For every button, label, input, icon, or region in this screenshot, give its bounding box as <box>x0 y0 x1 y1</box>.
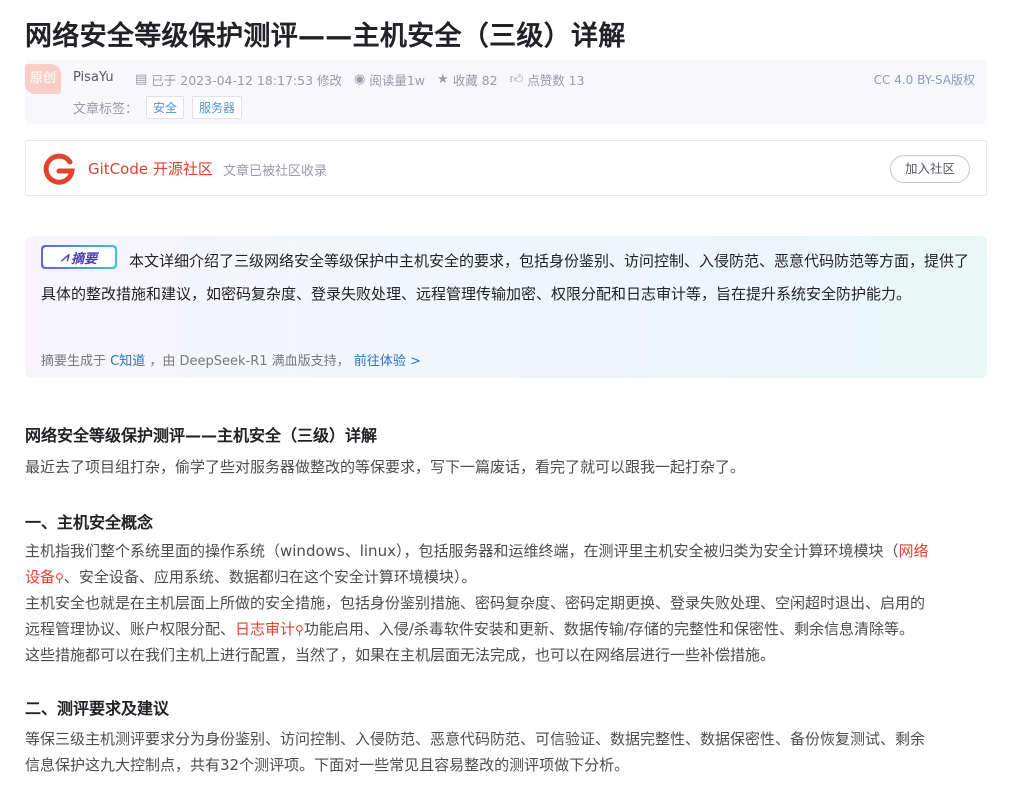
tag-server[interactable]: 服务器 <box>192 96 243 119</box>
summary-text: 本文详细介绍了三级网络安全等级保护中主机安全的要求，包括身份鉴别、访问控制、入侵… <box>41 252 970 303</box>
article-meta: 原创 PisaYu ▤ 已于 2023-04-12 18:17:53 修改 ◉ … <box>25 60 987 124</box>
join-community-button[interactable]: 加入社区 <box>890 155 970 183</box>
search-icon[interactable]: ⚲ <box>295 623 304 637</box>
likes-stat[interactable]: 👍︎ 点赞数 13 <box>510 70 585 89</box>
section2-title: 二、测评要求及建议 <box>25 699 170 718</box>
s1-p2-text-c: 功能启用、入侵/杀毒软件安装和更新、数据传输/存储的完整性和保密性、剩余信息清除… <box>303 620 914 638</box>
views-stat: ◉ 阅读量1w <box>354 70 425 89</box>
author-name[interactable]: PisaYu <box>73 70 114 85</box>
s1-p2-text-a: 主机安全也就是在主机层面上所做的安全措施，包括身份鉴别措施、密码复杂度、密码定期… <box>25 594 926 612</box>
article-heading: 网络安全等级保护测评——主机安全（三级）详解 <box>25 426 378 445</box>
tag-security[interactable]: 安全 <box>146 96 185 119</box>
ai-summary: 本文详细介绍了三级网络安全等级保护中主机安全的要求，包括身份鉴别、访问控制、入侵… <box>25 236 987 378</box>
summary-badge-label: 摘要 <box>71 251 98 267</box>
section1-paragraph2: 主机安全也就是在主机层面上所做的安全措施，包括身份鉴别措施、密码复杂度、密码定期… <box>25 590 987 643</box>
article-stats: ▤ 已于 2023-04-12 18:17:53 修改 ◉ 阅读量1w ★ 收藏… <box>135 70 597 89</box>
summary-badge: ⩘ 摘要 <box>41 245 117 269</box>
date-text: 已于 2023-04-12 18:17:53 修改 <box>151 73 343 88</box>
license-link[interactable]: CC 4.0 BY-SA版权 <box>874 71 975 88</box>
section1-paragraph3: 这些措施都可以在我们主机上进行配置，当然了，如果在主机层面无法完成，也可以在网络… <box>25 646 776 664</box>
calendar-icon: ▤ <box>135 72 148 87</box>
s1-p2-text-b: 远程管理协议、账户权限分配、 <box>25 620 236 638</box>
s2-p1-text-b: 信息保护这九大控制点，共有32个测评项。下面对一些常见且容易整改的测评项做下分析… <box>25 756 630 774</box>
summary-footer: 摘要生成于 C知道 ，由 DeepSeek-R1 满血版支持， 前往体验 > <box>41 350 421 369</box>
article-tags: 文章标签： 安全 服务器 <box>73 96 243 119</box>
favorites-text: 收藏 82 <box>452 73 498 88</box>
section1-paragraph1: 主机指我们整个系统里面的操作系统（windows、linux），包括服务器和运维… <box>25 538 987 591</box>
summary-foot-middle: ，由 DeepSeek-R1 满血版支持， <box>149 354 350 369</box>
search-icon[interactable]: ⚲ <box>55 571 64 585</box>
gitcode-logo-icon <box>43 153 75 185</box>
page-title: 网络安全等级保护测评——主机安全（三级）详解 <box>25 21 626 52</box>
summary-badge-icon: ⩘ <box>60 249 69 265</box>
try-now-link[interactable]: 前往体验 > <box>354 354 421 369</box>
keyword-log-audit[interactable]: 日志审计 <box>235 620 295 638</box>
eye-icon: ◉ <box>354 72 366 87</box>
views-text: 阅读量1w <box>369 73 426 88</box>
tags-label: 文章标签： <box>73 102 139 117</box>
date-stat: ▤ 已于 2023-04-12 18:17:53 修改 <box>135 70 342 89</box>
s2-p1-text-a: 等保三级主机测评要求分为身份鉴别、访问控制、入侵防范、恶意代码防范、可信验证、数… <box>25 730 926 748</box>
section1-title: 一、主机安全概念 <box>25 513 154 532</box>
thumbs-up-icon: 👍︎ <box>509 72 524 87</box>
section2-paragraph1: 等保三级主机测评要求分为身份鉴别、访问控制、入侵防范、恶意代码防范、可信验证、数… <box>25 726 987 778</box>
gitcode-desc: 文章已被社区收录 <box>223 164 328 179</box>
original-badge: 原创 <box>25 64 61 94</box>
intro-paragraph: 最近去了项目组打杂，偷学了些对服务器做整改的等保要求，写下一篇废话，看完了就可以… <box>25 458 746 476</box>
cknow-link[interactable]: C知道 <box>110 354 145 369</box>
star-icon: ★ <box>437 72 449 87</box>
summary-foot-prefix: 摘要生成于 <box>41 354 107 369</box>
likes-text: 点赞数 13 <box>527 73 585 88</box>
gitcode-community-card: GitCode 开源社区 文章已被社区收录 加入社区 <box>25 140 987 196</box>
s1-p1-text-b: 、安全设备、应用系统、数据都归在这个安全计算环境模块）。 <box>63 568 477 586</box>
keyword-network-b[interactable]: 设备 <box>25 568 55 586</box>
s1-p1-text-a: 主机指我们整个系统里面的操作系统（windows、linux），包括服务器和运维… <box>25 542 899 560</box>
gitcode-name[interactable]: GitCode 开源社区 <box>88 158 213 179</box>
keyword-network-a[interactable]: 网络 <box>898 542 928 560</box>
favorites-stat[interactable]: ★ 收藏 82 <box>437 70 498 89</box>
